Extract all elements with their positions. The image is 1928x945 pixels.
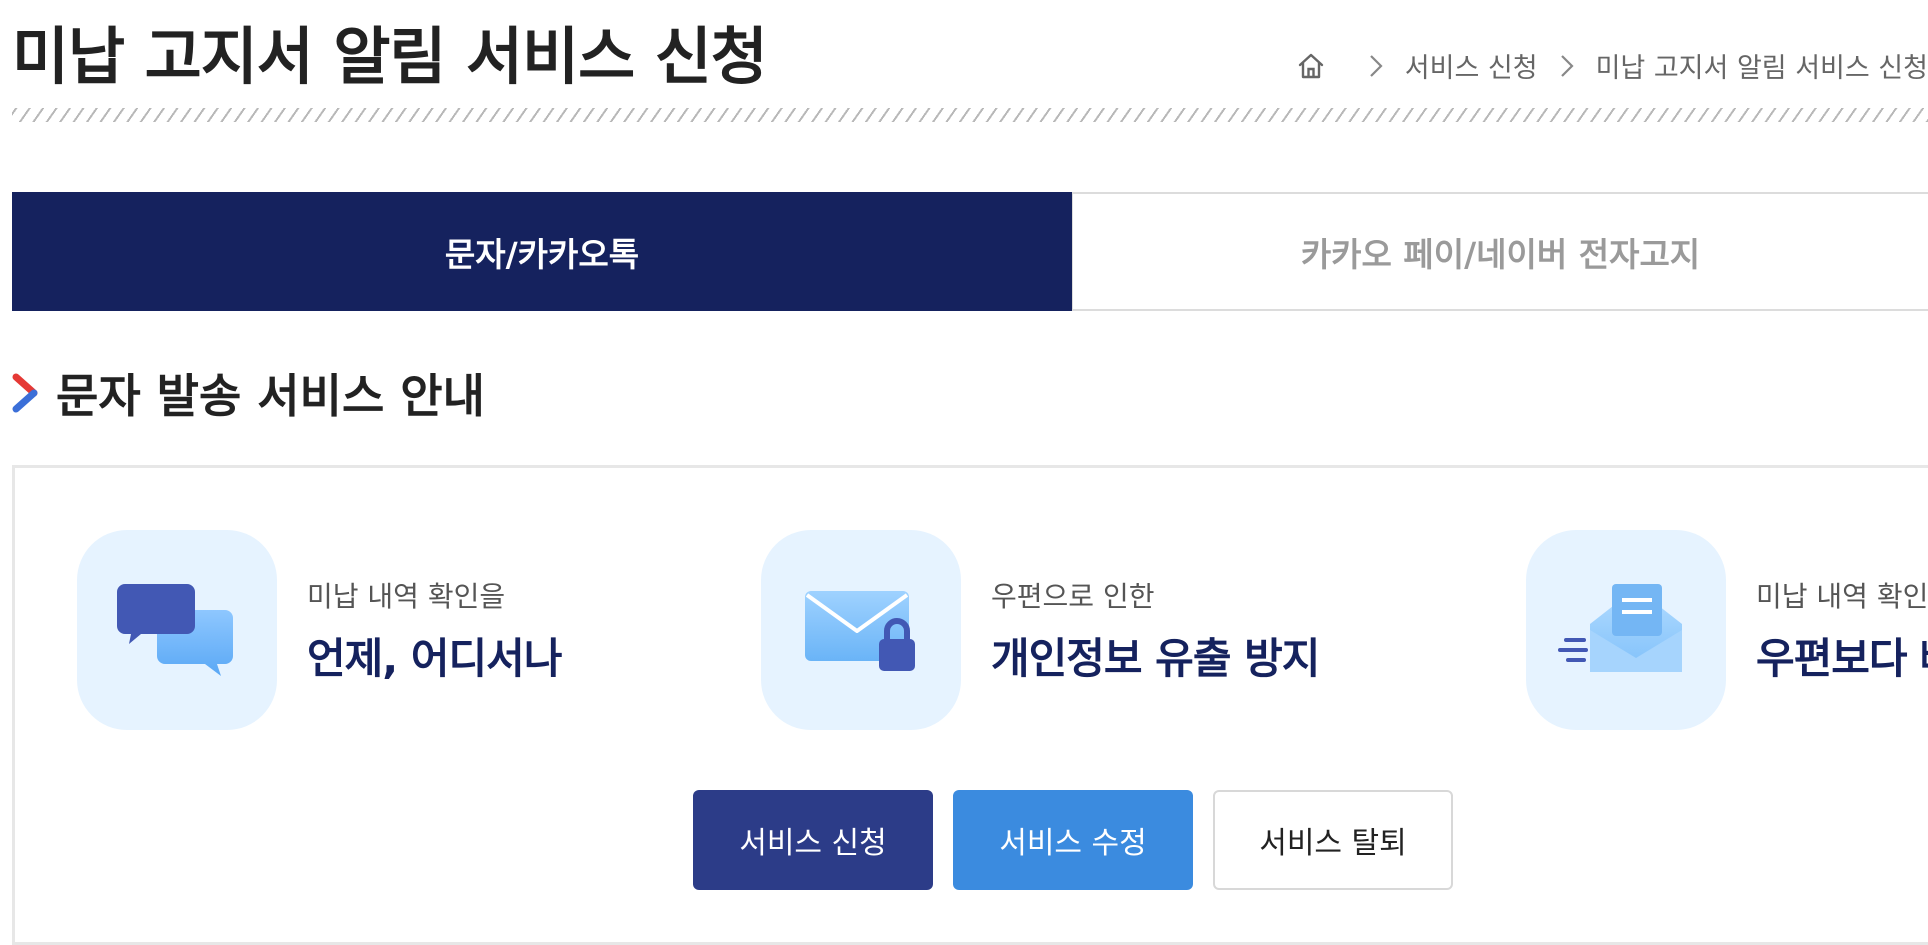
- service-info-card: 미납 내역 확인을 언제, 어디서나 우편으로 인한 개인정보 유출 방지 미납…: [12, 465, 1928, 945]
- breadcrumb: 서비스 신청 미납 고지서 알림 서비스 신청: [1297, 46, 1928, 85]
- service-withdraw-button[interactable]: 서비스 탈퇴: [1213, 790, 1453, 890]
- chevron-right-icon: [1560, 54, 1574, 78]
- tab-bar: 문자/카카오톡 카카오 페이/네이버 전자고지: [12, 192, 1928, 311]
- feature-title: 언제, 어디서나: [307, 633, 562, 683]
- feature-item: 우편으로 인한 개인정보 유출 방지: [761, 530, 1320, 730]
- feature-subtitle: 우편으로 인한: [991, 579, 1155, 613]
- feature-title: 우편보다 빠: [1756, 633, 1928, 683]
- feature-title: 개인정보 유출 방지: [991, 633, 1320, 683]
- feature-item: 미납 내역 확인 우편보다 빠: [1526, 530, 1928, 730]
- feature-item: 미납 내역 확인을 언제, 어디서나: [77, 530, 562, 730]
- locked-envelope-icon: [761, 530, 961, 730]
- title-divider: [12, 108, 1928, 122]
- service-apply-button[interactable]: 서비스 신청: [693, 790, 933, 890]
- chat-bubbles-icon: [77, 530, 277, 730]
- feature-subtitle: 미납 내역 확인: [1756, 579, 1928, 613]
- breadcrumb-item-service-apply[interactable]: 서비스 신청: [1405, 46, 1538, 85]
- section-title-text: 문자 발송 서비스 안내: [56, 369, 485, 423]
- chevron-right-icon: [1369, 54, 1383, 78]
- fast-mail-icon: [1526, 530, 1726, 730]
- section-chevron-icon: [12, 373, 38, 413]
- tab-kakaopay-naver[interactable]: 카카오 페이/네이버 전자고지: [1072, 192, 1928, 311]
- breadcrumb-item-current[interactable]: 미납 고지서 알림 서비스 신청: [1596, 46, 1928, 85]
- tab-sms-kakaotalk[interactable]: 문자/카카오톡: [12, 192, 1072, 311]
- page-title: 미납 고지서 알림 서비스 신청: [12, 20, 768, 93]
- home-icon[interactable]: [1297, 52, 1325, 80]
- service-edit-button[interactable]: 서비스 수정: [953, 790, 1193, 890]
- feature-subtitle: 미납 내역 확인을: [307, 579, 506, 613]
- section-title: 문자 발송 서비스 안내: [12, 360, 485, 426]
